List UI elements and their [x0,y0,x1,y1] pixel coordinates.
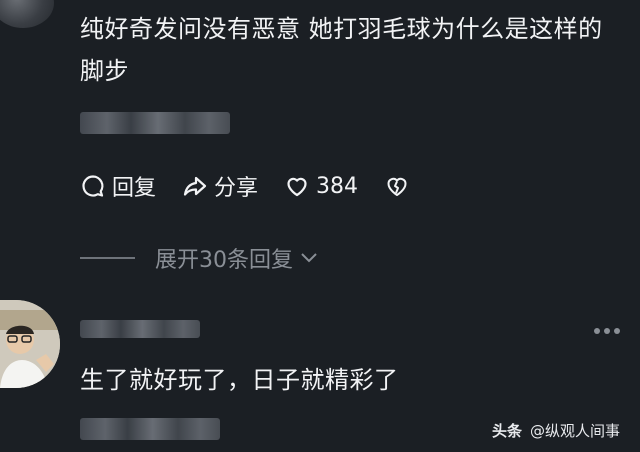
watermark-brand: 头条 [492,422,523,440]
reply-button[interactable]: 回复 [80,170,156,202]
divider-line [80,257,135,259]
watermark: 头条 @纵观人间事 [492,420,620,441]
share-button[interactable]: 分享 [182,170,258,202]
reply-text: 生了就好玩了，日子就精彩了 [80,366,399,394]
avatar-photo [0,300,60,388]
expand-replies-button[interactable]: 展开30条回复 [80,240,319,276]
comment-icon [82,175,104,197]
dislike-button[interactable] [384,173,416,199]
blurred-meta-info [80,112,230,134]
dislike-icon [387,177,407,196]
like-count: 384 [316,173,359,199]
blurred-reply-meta [80,418,220,440]
share-label: 分享 [214,176,259,201]
comment-actions: 回复 分享 384 [80,170,442,202]
more-icon [594,328,600,334]
chevron-down-icon [301,253,317,263]
more-options-button[interactable] [594,328,620,334]
like-button[interactable]: 384 [284,173,358,199]
share-icon [183,176,207,196]
reply-avatar[interactable] [0,300,60,388]
expand-replies-label: 展开30条回复 [155,248,293,273]
top-commenter-avatar[interactable] [0,0,54,28]
blurred-username [80,320,200,338]
watermark-account: @纵观人间事 [530,422,621,440]
heart-icon [287,177,307,197]
comment-text: 纯好奇发问没有恶意 她打羽毛球为什么是这样的脚步 [80,15,603,85]
more-icon-dot [614,328,620,334]
reply-label: 回复 [112,176,157,201]
more-icon-dot [604,328,610,334]
